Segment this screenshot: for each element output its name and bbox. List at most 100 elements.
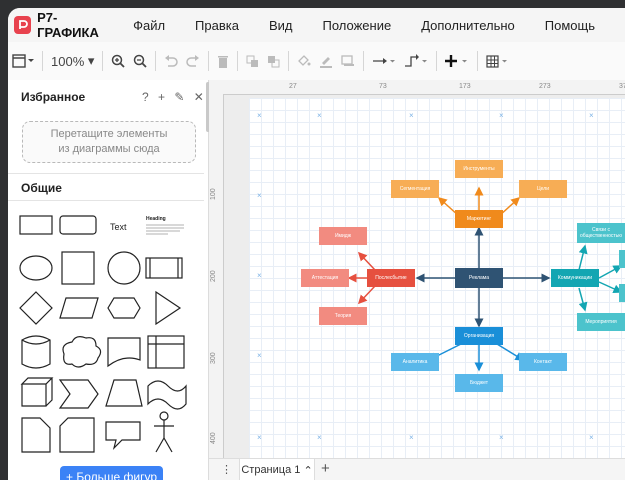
shape-text-label[interactable]: Text <box>110 222 127 232</box>
node-marketing[interactable]: Маркетинг <box>455 210 503 228</box>
page-bar: ⋮ Страница 1 ⌃ + <box>209 458 625 480</box>
svg-text:×: × <box>257 191 262 200</box>
shape-triangle[interactable] <box>155 290 182 326</box>
node-tools[interactable]: Инструменты <box>455 160 503 178</box>
menu-extras[interactable]: Дополнительно <box>421 18 515 33</box>
chevron-up-icon[interactable]: ⌃ <box>303 464 312 477</box>
svg-text:×: × <box>409 111 414 120</box>
zoom-in-icon[interactable] <box>111 49 126 73</box>
more-shapes-button[interactable]: + Больше фигур <box>60 466 163 480</box>
insert-icon[interactable] <box>445 49 469 73</box>
shape-tape[interactable] <box>147 380 187 410</box>
favorites-tools[interactable]: ? + ✎ ✕ <box>142 90 207 104</box>
node-contact[interactable]: Контакт <box>519 353 567 371</box>
zoom-out-icon[interactable] <box>133 49 148 73</box>
ruler-tick: 373 <box>619 83 625 90</box>
line-color-icon[interactable] <box>319 49 333 73</box>
general-section-title[interactable]: Общие <box>21 181 62 195</box>
favorites-title: Избранное <box>21 90 86 104</box>
delete-icon[interactable] <box>217 49 229 73</box>
app-window: Р7-ГРАФИКА Файл Правка Вид Положение Доп… <box>8 8 625 480</box>
canvas[interactable]: 27 73 173 273 373 100 200 300 400 <box>209 80 625 458</box>
ruler-tick: 173 <box>459 83 471 90</box>
shape-rectangle[interactable] <box>19 215 53 235</box>
shape-ellipse[interactable] <box>19 255 53 281</box>
to-back-icon[interactable] <box>267 49 280 73</box>
toolbar: 100% ▾ <box>8 42 625 81</box>
shape-circle[interactable] <box>107 251 141 285</box>
menu-view[interactable]: Вид <box>269 18 293 33</box>
shape-heading-label[interactable]: Heading <box>146 216 166 222</box>
toolbar-separator <box>208 51 210 71</box>
zoom-select[interactable]: 100% ▾ <box>51 49 94 73</box>
node-events[interactable]: Мероприятия <box>577 313 625 331</box>
sidebar-divider <box>8 173 204 174</box>
shape-step[interactable] <box>58 379 99 409</box>
toolbar-separator <box>288 51 290 71</box>
node-image[interactable]: Имидж <box>319 227 367 245</box>
shape-cylinder[interactable] <box>21 335 51 369</box>
shape-diamond[interactable] <box>19 291 53 325</box>
table-icon[interactable] <box>486 49 510 73</box>
node-teal-right-2[interactable] <box>619 284 625 302</box>
menu-file[interactable]: Файл <box>133 18 165 33</box>
page-tab-1[interactable]: Страница 1 ⌃ <box>239 459 315 480</box>
menu-help[interactable]: Помощь <box>545 18 595 33</box>
shape-internal-storage[interactable] <box>147 335 185 369</box>
node-public[interactable]: Связи с общественностью <box>577 223 625 243</box>
panel-toggle-button[interactable] <box>12 49 34 73</box>
menu-arrange[interactable]: Положение <box>323 18 392 33</box>
node-center[interactable]: Реклама <box>455 268 503 288</box>
node-after[interactable]: Послесбытие <box>367 269 415 287</box>
shape-hexagon[interactable] <box>107 297 141 319</box>
node-organization[interactable]: Организация <box>455 327 503 345</box>
node-teal-right-1[interactable] <box>619 250 625 268</box>
node-analytics[interactable]: Аналитика <box>391 353 439 371</box>
connection-style-icon[interactable] <box>372 49 396 73</box>
fill-color-icon[interactable] <box>297 49 311 73</box>
shape-document[interactable] <box>107 337 141 368</box>
ruler-tick: 300 <box>210 352 217 364</box>
shape-trapezoid[interactable] <box>105 379 143 407</box>
ruler-tick: 400 <box>210 432 217 444</box>
node-loyalty[interactable]: Аттестация <box>301 269 349 287</box>
node-goals[interactable]: Цели <box>519 180 567 198</box>
svg-text:×: × <box>257 111 262 120</box>
undo-icon[interactable] <box>164 49 179 73</box>
waypoints-icon[interactable] <box>404 49 428 73</box>
shape-square[interactable] <box>61 251 95 285</box>
pages-menu-icon[interactable]: ⋮ <box>221 463 232 476</box>
shape-process[interactable] <box>145 257 183 279</box>
ruler-tick: 27 <box>289 83 297 90</box>
shadow-icon[interactable] <box>341 49 355 73</box>
menu-edit[interactable]: Правка <box>195 18 239 33</box>
node-segmentation[interactable]: Сегментация <box>391 180 439 198</box>
toolbar-separator <box>155 51 157 71</box>
shape-actor[interactable] <box>159 411 169 421</box>
svg-text:×: × <box>499 111 504 120</box>
node-theory[interactable]: Теория <box>319 307 367 325</box>
toolbar-separator <box>436 51 438 71</box>
shape-cloud[interactable] <box>62 336 102 368</box>
top-ruler: 27 73 173 273 373 <box>209 80 625 95</box>
node-communications[interactable]: Коммуникации <box>551 269 599 287</box>
svg-text:×: × <box>317 111 322 120</box>
add-page-button[interactable]: + <box>321 460 330 477</box>
ruler-tick: 100 <box>210 188 217 200</box>
svg-text:×: × <box>589 111 594 120</box>
to-front-icon[interactable] <box>246 49 259 73</box>
svg-text:×: × <box>317 433 322 442</box>
shape-cube[interactable] <box>20 377 54 407</box>
node-budget[interactable]: Бюджет <box>455 374 503 392</box>
redo-icon[interactable] <box>186 49 200 73</box>
svg-text:×: × <box>409 433 414 442</box>
shape-card[interactable] <box>59 417 95 453</box>
shape-rounded-rectangle[interactable] <box>59 215 97 235</box>
favorites-dropzone[interactable]: Перетащите элементы из диаграммы сюда <box>22 121 196 163</box>
shape-callout[interactable] <box>105 421 141 450</box>
shape-note[interactable] <box>21 417 51 453</box>
diagram-page[interactable]: × × × × × × × × × × × × × Реклама Маркетинг Инстру… <box>249 98 625 458</box>
svg-text:×: × <box>499 433 504 442</box>
shape-parallelogram[interactable] <box>59 297 99 319</box>
toolbar-separator <box>237 51 239 71</box>
